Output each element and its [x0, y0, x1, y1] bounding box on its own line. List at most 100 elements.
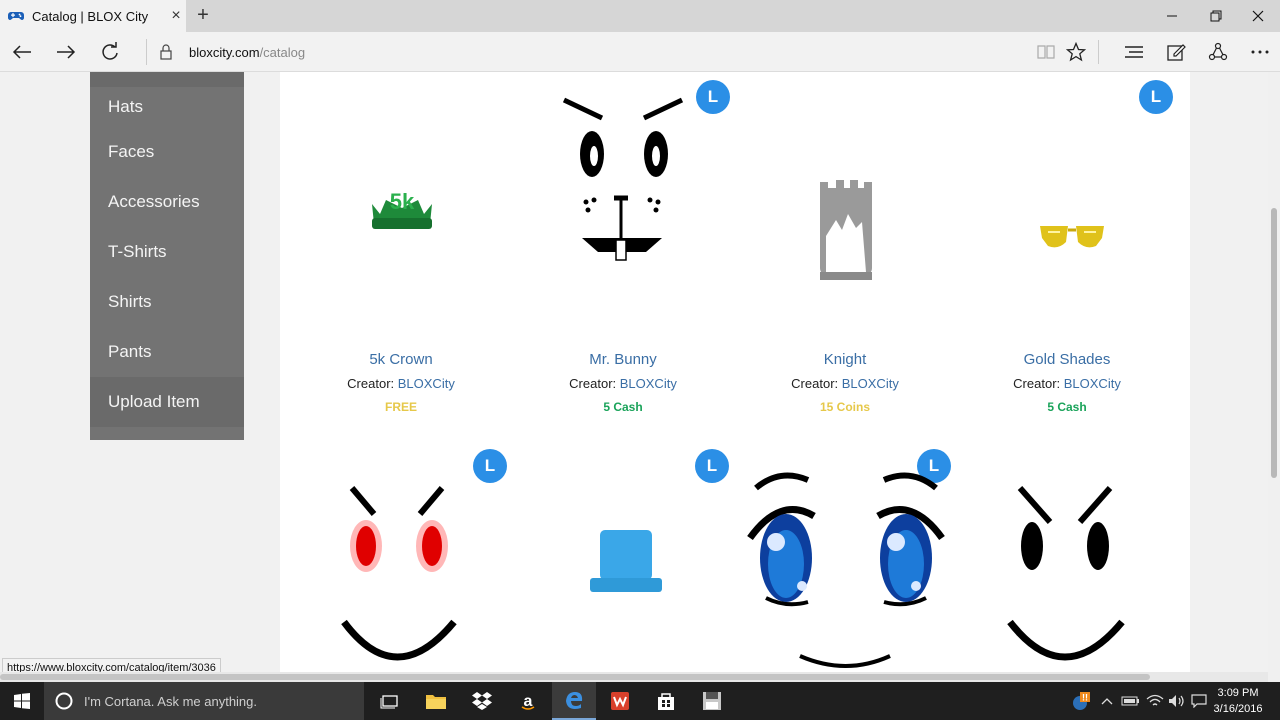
- catalog-item-card: Knight Creator: BLOXCity 15 Coins: [734, 351, 956, 414]
- minimize-button[interactable]: [1150, 0, 1194, 32]
- vertical-scrollbar[interactable]: [1268, 72, 1280, 682]
- item-price: 15 Coins: [819, 400, 870, 414]
- wps-icon: [611, 692, 629, 710]
- cortana-search-box[interactable]: I'm Cortana. Ask me anything.: [44, 682, 364, 720]
- horizontal-scrollbar[interactable]: [0, 672, 1268, 682]
- address-path: /catalog: [259, 44, 306, 60]
- item-creator: Creator: BLOXCity: [512, 376, 734, 391]
- file-explorer-button[interactable]: [414, 682, 458, 720]
- taskbar-clock[interactable]: 3:09 PM 3/16/2016: [1210, 685, 1266, 717]
- store-button[interactable]: [644, 682, 688, 720]
- amazon-button[interactable]: a: [506, 682, 550, 720]
- web-note-button[interactable]: [1156, 32, 1196, 72]
- sidebar-top-band: [90, 72, 244, 87]
- catalog-grid: 5k L L L L L 5k Crown Creator: BLOXCity …: [280, 72, 1190, 682]
- wifi-tray-icon[interactable]: [1144, 682, 1166, 720]
- favorites-button[interactable]: [1056, 32, 1096, 72]
- sidebar-item-hats[interactable]: Hats: [90, 87, 244, 127]
- recorder-app-button[interactable]: [690, 682, 734, 720]
- red-eyes-face-item-image[interactable]: [336, 482, 466, 672]
- blue-top-hat-item-image[interactable]: [588, 528, 664, 594]
- limited-badge: L: [1139, 80, 1173, 114]
- address-bar[interactable]: bloxcity.com/catalog: [146, 39, 1016, 65]
- windows-logo-icon: [14, 693, 30, 709]
- forward-arrow-icon: [57, 45, 76, 59]
- star-icon: [1066, 42, 1086, 62]
- volume-tray-icon[interactable]: [1166, 682, 1188, 720]
- browser-tab[interactable]: Catalog | BLOX City ×: [0, 0, 186, 32]
- item-name-link[interactable]: Mr. Bunny: [512, 351, 734, 368]
- notification-tray-app[interactable]: !!: [1068, 682, 1094, 720]
- edge-icon: [566, 692, 583, 709]
- item-name-link[interactable]: Knight: [734, 351, 956, 368]
- address-host: bloxcity.com: [189, 44, 260, 60]
- sidebar-item-pants[interactable]: Pants: [90, 327, 244, 377]
- item-name-link[interactable]: Gold Shades: [956, 351, 1178, 368]
- new-tab-button[interactable]: +: [192, 4, 214, 26]
- tab-close-button[interactable]: ×: [166, 7, 186, 25]
- ellipsis-icon: [1251, 50, 1269, 54]
- folder-icon: [426, 695, 446, 709]
- floppy-app-icon: [703, 692, 721, 710]
- task-view-button[interactable]: [368, 682, 412, 720]
- bunny-face-item-image[interactable]: [558, 94, 688, 264]
- cortana-placeholder: I'm Cortana. Ask me anything.: [84, 693, 258, 709]
- item-price: FREE: [384, 400, 417, 414]
- sidebar-item-tshirts[interactable]: T-Shirts: [90, 227, 244, 277]
- clock-time: 3:09 PM: [1217, 687, 1259, 699]
- limited-badge: L: [695, 449, 729, 483]
- wps-office-button[interactable]: [598, 682, 642, 720]
- battery-tray-icon[interactable]: [1120, 682, 1142, 720]
- item-creator: Creator: BLOXCity: [290, 376, 512, 391]
- dropbox-button[interactable]: [460, 682, 504, 720]
- share-icon: [1208, 42, 1228, 61]
- sidebar-item-accessories[interactable]: Accessories: [90, 177, 244, 227]
- limited-badge: L: [473, 449, 507, 483]
- catalog-item-card: Mr. Bunny Creator: BLOXCity 5 Cash: [512, 351, 734, 414]
- item-price: 5 Cash: [603, 400, 643, 414]
- creator-prefix: Creator:: [791, 376, 842, 391]
- scrollbar-thumb[interactable]: [0, 674, 1150, 680]
- clock-date: 3/16/2016: [1213, 703, 1263, 715]
- sidebar-item-shirts[interactable]: Shirts: [90, 277, 244, 327]
- scrollbar-thumb[interactable]: [1271, 208, 1277, 478]
- knight-helmet-item-image[interactable]: [814, 176, 878, 288]
- angry-face-item-image[interactable]: [1002, 482, 1132, 672]
- crown-item-image[interactable]: 5k: [366, 178, 438, 230]
- share-button[interactable]: [1198, 32, 1238, 72]
- svg-text:5k: 5k: [390, 189, 415, 214]
- gold-shades-item-image[interactable]: [1038, 220, 1106, 254]
- sidebar-item-upload[interactable]: Upload Item: [90, 377, 244, 427]
- creator-link[interactable]: BLOXCity: [620, 376, 677, 391]
- catalog-sidebar: Hats Faces Accessories T-Shirts Shirts P…: [90, 72, 244, 440]
- pen-note-icon: [1167, 44, 1186, 61]
- tab-bar: Catalog | BLOX City × +: [0, 0, 1280, 32]
- refresh-icon: [102, 42, 118, 60]
- limited-badge: L: [696, 80, 730, 114]
- book-icon: [1037, 45, 1055, 59]
- item-name-link[interactable]: 5k Crown: [290, 351, 512, 368]
- back-button[interactable]: [2, 32, 42, 72]
- restore-button[interactable]: [1194, 0, 1238, 32]
- hub-button[interactable]: [1114, 32, 1154, 72]
- chevron-up-icon: [1101, 698, 1113, 705]
- sidebar-item-faces[interactable]: Faces: [90, 127, 244, 177]
- edge-browser-button[interactable]: [552, 682, 596, 720]
- show-hidden-icons-button[interactable]: [1098, 682, 1116, 720]
- creator-link[interactable]: BLOXCity: [842, 376, 899, 391]
- anime-eyes-face-item-image[interactable]: [746, 468, 946, 672]
- gamepad-icon: [8, 12, 24, 20]
- refresh-button[interactable]: [90, 32, 130, 72]
- forward-button[interactable]: [46, 32, 86, 72]
- action-center-button[interactable]: [1188, 682, 1210, 720]
- creator-prefix: Creator:: [569, 376, 620, 391]
- more-button[interactable]: [1240, 32, 1280, 72]
- store-bag-icon: [658, 693, 674, 710]
- creator-link[interactable]: BLOXCity: [1064, 376, 1121, 391]
- close-window-button[interactable]: [1236, 0, 1280, 32]
- creator-prefix: Creator:: [1013, 376, 1064, 391]
- start-button[interactable]: [0, 682, 44, 720]
- creator-link[interactable]: BLOXCity: [398, 376, 455, 391]
- amazon-icon: a: [521, 693, 535, 710]
- catalog-item-card: 5k Crown Creator: BLOXCity FREE: [290, 351, 512, 414]
